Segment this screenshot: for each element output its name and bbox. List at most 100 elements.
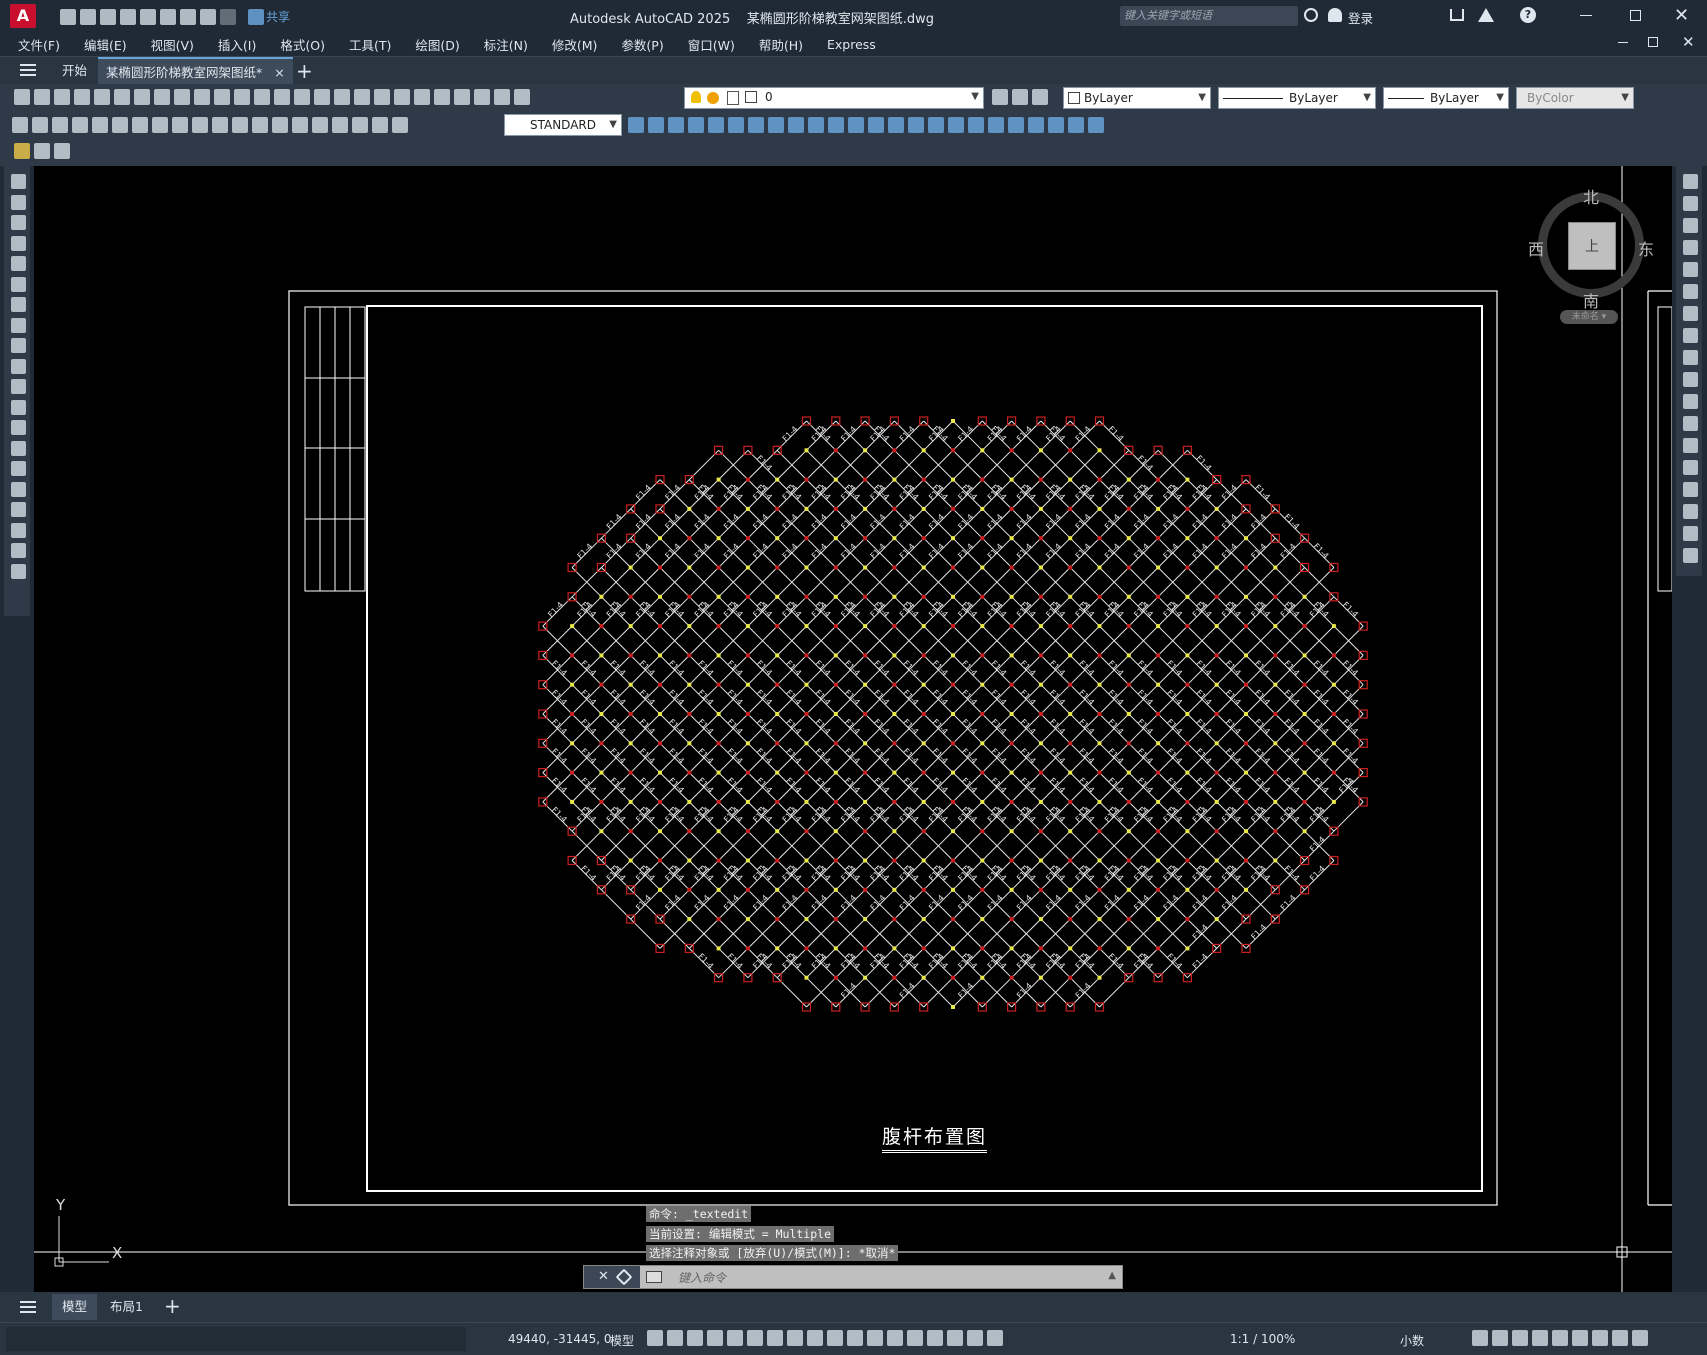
command-prompt-icon[interactable]	[646, 1271, 662, 1283]
save-icon[interactable]	[100, 8, 116, 25]
hatch-icon[interactable]	[11, 461, 26, 476]
polar-icon[interactable]	[747, 1330, 763, 1346]
cone-icon[interactable]	[668, 117, 684, 133]
torus-icon[interactable]	[748, 117, 764, 133]
plotstyle-dropdown[interactable]: ByColor ▼	[1516, 87, 1634, 109]
publish-icon[interactable]	[114, 89, 130, 105]
construction-line-icon[interactable]	[11, 194, 26, 210]
presspull-icon[interactable]	[808, 117, 824, 133]
plot-preview-icon[interactable]	[94, 89, 110, 105]
line-icon[interactable]	[11, 174, 26, 189]
mirror-icon[interactable]	[1683, 218, 1698, 233]
compass-east[interactable]: 东	[1638, 236, 1654, 260]
maximize-button[interactable]	[1630, 10, 1641, 21]
dim-diameter-icon[interactable]	[132, 117, 148, 133]
search-icon[interactable]	[1304, 8, 1318, 22]
customization-icon[interactable]	[1632, 1330, 1648, 1346]
dim-linear-icon[interactable]	[12, 117, 28, 133]
offset-icon[interactable]	[1683, 240, 1698, 255]
viewcube-top-face[interactable]: 上	[1568, 222, 1616, 270]
doc-restore-button[interactable]	[1648, 37, 1658, 47]
object-snap-icon[interactable]	[807, 1330, 823, 1346]
jogged-linear-icon[interactable]	[332, 117, 348, 133]
sweep-icon[interactable]	[828, 117, 844, 133]
search-input[interactable]: 键入关键字或短语	[1120, 6, 1298, 26]
lineweight-dropdown[interactable]: ByLayer ▼	[1383, 87, 1509, 109]
subtract-icon[interactable]	[908, 117, 924, 133]
units-icon[interactable]	[1512, 1330, 1528, 1346]
dim-arc-icon[interactable]	[52, 117, 68, 133]
design-center-icon[interactable]	[394, 89, 410, 105]
close-button[interactable]: ✕	[1674, 5, 1689, 26]
auto-scale-icon[interactable]	[987, 1330, 1003, 1346]
model-space-toggle[interactable]: 模型	[610, 1332, 634, 1349]
web-save-icon[interactable]	[160, 8, 176, 25]
layer-dropdown[interactable]: 0 ▼	[684, 87, 984, 109]
viewcube[interactable]: 上 北 南 西 东 未命名 ▾	[1528, 184, 1660, 324]
pan-icon[interactable]	[294, 89, 310, 105]
cut-icon[interactable]	[154, 89, 170, 105]
tab-close-icon[interactable]: ×	[274, 65, 284, 80]
menu-item-10[interactable]: 窗口(W)	[676, 35, 747, 54]
multiline-text-icon[interactable]	[11, 543, 26, 558]
rectangle-icon[interactable]	[11, 256, 26, 271]
redo-icon[interactable]	[220, 8, 236, 25]
infer-constraints-icon[interactable]	[687, 1330, 703, 1346]
workspace-icon[interactable]	[1472, 1330, 1488, 1346]
dim-baseline-icon[interactable]	[192, 117, 208, 133]
app-logo-icon[interactable]: A	[10, 4, 36, 28]
dynamic-input-icon[interactable]	[707, 1330, 723, 1346]
dim-text-edit-icon[interactable]	[372, 117, 388, 133]
text-style-dropdown[interactable]: STANDARD ▼	[504, 114, 622, 136]
close-icon[interactable]: ✕	[598, 1269, 609, 1284]
grid-icon[interactable]	[647, 1330, 663, 1346]
compass-west[interactable]: 西	[1528, 236, 1544, 260]
add-layout-button[interactable]: +	[164, 1294, 181, 1318]
share-icon[interactable]	[248, 8, 264, 25]
quickcalc-icon[interactable]	[474, 89, 490, 105]
dim-angular-icon[interactable]	[152, 117, 168, 133]
spline-icon[interactable]	[11, 338, 26, 353]
menu-item-1[interactable]: 编辑(E)	[72, 35, 139, 54]
interfere-icon[interactable]	[968, 117, 984, 133]
redo-icon[interactable]	[274, 89, 290, 105]
3d-osnap-icon[interactable]	[887, 1330, 903, 1346]
gizmo-icon[interactable]	[947, 1330, 963, 1346]
join-icon[interactable]	[1683, 460, 1698, 475]
add-selected-icon[interactable]	[11, 563, 26, 579]
tool-palettes-icon[interactable]	[414, 89, 430, 105]
tab-model[interactable]: 模型	[52, 1294, 98, 1320]
community-icon[interactable]	[1478, 8, 1494, 22]
region-icon[interactable]	[11, 502, 26, 517]
layer-states-icon[interactable]	[992, 89, 1008, 105]
blend-icon[interactable]	[1683, 526, 1698, 541]
polysolid-icon[interactable]	[768, 117, 784, 133]
quick-dim-icon[interactable]	[172, 117, 188, 133]
pyramid-icon[interactable]	[708, 117, 724, 133]
menu-item-6[interactable]: 绘图(D)	[403, 35, 471, 54]
qnew-icon[interactable]	[14, 89, 30, 105]
copy-icon[interactable]	[1683, 196, 1698, 211]
undo-icon[interactable]	[254, 89, 270, 105]
flatshot-icon[interactable]	[1008, 117, 1024, 133]
menu-item-3[interactable]: 插入(I)	[206, 35, 268, 54]
dim-aligned-icon[interactable]	[32, 117, 48, 133]
drawing-canvas[interactable]: F1-4 F1-4 F1-4 F1-4 F1-4 F1-4 F1-4 F1-4 F1-4 F1-4…	[34, 166, 1672, 1292]
share-button[interactable]: 共享	[266, 8, 290, 25]
open-icon[interactable]	[34, 89, 50, 105]
transparency-icon[interactable]	[847, 1330, 863, 1346]
clean-screen-icon[interactable]	[1612, 1330, 1628, 1346]
snap-mode-icon[interactable]	[667, 1330, 683, 1346]
zoom-window-icon[interactable]	[334, 89, 350, 105]
minimize-button[interactable]	[1580, 15, 1592, 16]
dim-space-icon[interactable]	[232, 117, 248, 133]
zoom-realtime-icon[interactable]	[314, 89, 330, 105]
tolerance-icon[interactable]	[272, 117, 288, 133]
inspect-icon[interactable]	[312, 117, 328, 133]
dim-break-icon[interactable]	[252, 117, 268, 133]
command-input[interactable]: 键入命令	[678, 1269, 726, 1286]
extend-icon[interactable]	[1683, 394, 1698, 409]
insert-block-icon[interactable]	[11, 399, 26, 415]
menu-item-11[interactable]: 帮助(H)	[747, 35, 815, 54]
tab-start[interactable]: 开始	[52, 57, 97, 84]
